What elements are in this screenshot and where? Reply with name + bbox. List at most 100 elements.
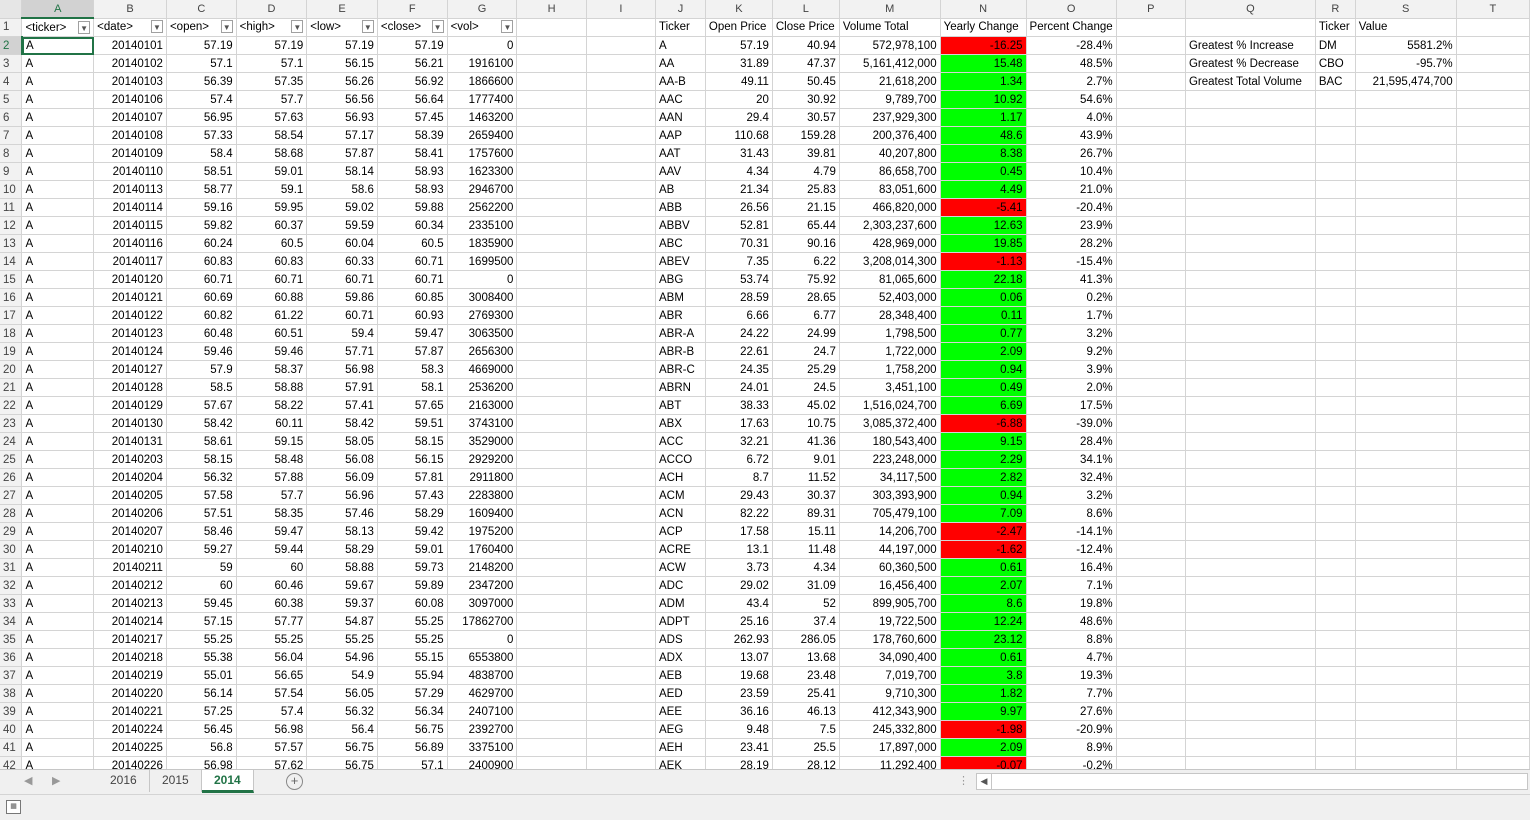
- cell-j23[interactable]: ABX: [655, 414, 706, 433]
- cell-e16[interactable]: 59.86: [306, 288, 378, 307]
- cell-c19[interactable]: 59.46: [166, 342, 237, 361]
- cell-e24[interactable]: 58.05: [306, 432, 378, 451]
- cell-q32[interactable]: [1185, 576, 1316, 595]
- cell-k37[interactable]: 19.68: [705, 666, 773, 685]
- cell-e17[interactable]: 60.71: [306, 306, 378, 325]
- row-header[interactable]: 40: [0, 720, 23, 739]
- cell-m30[interactable]: 44,197,000: [839, 540, 941, 559]
- scroll-left-arrow-icon[interactable]: ◀: [977, 774, 992, 789]
- row-header[interactable]: 20: [0, 360, 23, 379]
- cell-f11[interactable]: 59.88: [377, 198, 448, 217]
- column-header-b[interactable]: B: [93, 0, 167, 19]
- cell-p1[interactable]: [1116, 18, 1186, 37]
- cell-g16[interactable]: 3008400: [447, 288, 518, 307]
- cell-p39[interactable]: [1116, 702, 1186, 721]
- cell-a10[interactable]: A: [21, 180, 95, 199]
- row-header[interactable]: 19: [0, 342, 23, 361]
- cell-f40[interactable]: 56.75: [377, 720, 448, 739]
- cell-s31[interactable]: [1355, 558, 1457, 577]
- cell-n8[interactable]: 8.38: [940, 144, 1027, 163]
- cell-c32[interactable]: 60: [166, 576, 237, 595]
- cell-b1[interactable]: ▼ <date>: [93, 18, 167, 37]
- cell-j40[interactable]: AEG: [655, 720, 706, 739]
- cell-p34[interactable]: [1116, 612, 1186, 631]
- cell-n4[interactable]: 1.34: [940, 72, 1027, 91]
- cell-d18[interactable]: 60.51: [236, 324, 308, 343]
- cell-c27[interactable]: 57.58: [166, 486, 237, 505]
- cell-e2[interactable]: 57.19: [306, 36, 378, 55]
- cell-p31[interactable]: [1116, 558, 1186, 577]
- cell-c34[interactable]: 57.15: [166, 612, 237, 631]
- cell-r8[interactable]: [1315, 144, 1356, 163]
- cell-i2[interactable]: [586, 36, 657, 55]
- cell-i32[interactable]: [586, 576, 657, 595]
- cell-o28[interactable]: 8.6%: [1026, 504, 1117, 523]
- row-header[interactable]: 39: [0, 702, 23, 721]
- cell-c11[interactable]: 59.16: [166, 198, 237, 217]
- cell-j8[interactable]: AAT: [655, 144, 706, 163]
- cell-q36[interactable]: [1185, 648, 1316, 667]
- cell-d19[interactable]: 59.46: [236, 342, 308, 361]
- cell-j12[interactable]: ABBV: [655, 216, 706, 235]
- cell-e29[interactable]: 58.13: [306, 522, 378, 541]
- cell-l17[interactable]: 6.77: [772, 306, 840, 325]
- cell-c18[interactable]: 60.48: [166, 324, 237, 343]
- cell-q9[interactable]: [1185, 162, 1316, 181]
- cell-i27[interactable]: [586, 486, 657, 505]
- cell-m14[interactable]: 3,208,014,300: [839, 252, 941, 271]
- cell-l31[interactable]: 4.34: [772, 558, 840, 577]
- cell-j33[interactable]: ADM: [655, 594, 706, 613]
- cell-n24[interactable]: 9.15: [940, 432, 1027, 451]
- cell-l38[interactable]: 25.41: [772, 684, 840, 703]
- cell-q2[interactable]: Greatest % Increase: [1185, 36, 1316, 55]
- cell-g34[interactable]: 17862700: [447, 612, 518, 631]
- cell-d3[interactable]: 57.1: [236, 54, 308, 73]
- cell-l11[interactable]: 21.15: [772, 198, 840, 217]
- cell-c10[interactable]: 58.77: [166, 180, 237, 199]
- cell-l5[interactable]: 30.92: [772, 90, 840, 109]
- cell-b42[interactable]: 20140226: [93, 756, 167, 769]
- cell-b19[interactable]: 20140124: [93, 342, 167, 361]
- cell-q39[interactable]: [1185, 702, 1316, 721]
- cell-n40[interactable]: -1.98: [940, 720, 1027, 739]
- cell-t41[interactable]: [1456, 738, 1530, 757]
- cell-k15[interactable]: 53.74: [705, 270, 773, 289]
- cell-o38[interactable]: 7.7%: [1026, 684, 1117, 703]
- cell-j42[interactable]: AEK: [655, 756, 706, 769]
- cell-s9[interactable]: [1355, 162, 1457, 181]
- cell-d34[interactable]: 57.77: [236, 612, 308, 631]
- cell-g1[interactable]: ▼ <vol>: [447, 18, 518, 37]
- cell-o18[interactable]: 3.2%: [1026, 324, 1117, 343]
- cell-g28[interactable]: 1609400: [447, 504, 518, 523]
- cell-i21[interactable]: [586, 378, 657, 397]
- cell-i12[interactable]: [586, 216, 657, 235]
- cell-s5[interactable]: [1355, 90, 1457, 109]
- cell-r33[interactable]: [1315, 594, 1356, 613]
- cell-a17[interactable]: A: [21, 306, 95, 325]
- cell-h36[interactable]: [516, 648, 587, 667]
- cell-m24[interactable]: 180,543,400: [839, 432, 941, 451]
- cell-g10[interactable]: 2946700: [447, 180, 518, 199]
- cell-s23[interactable]: [1355, 414, 1457, 433]
- cell-t14[interactable]: [1456, 252, 1530, 271]
- cell-m2[interactable]: 572,978,100: [839, 36, 941, 55]
- cell-k9[interactable]: 4.34: [705, 162, 773, 181]
- cell-k7[interactable]: 110.68: [705, 126, 773, 145]
- cell-r28[interactable]: [1315, 504, 1356, 523]
- cell-f10[interactable]: 58.93: [377, 180, 448, 199]
- cell-p16[interactable]: [1116, 288, 1186, 307]
- cell-f35[interactable]: 55.25: [377, 630, 448, 649]
- cell-d25[interactable]: 58.48: [236, 450, 308, 469]
- cell-i18[interactable]: [586, 324, 657, 343]
- cell-i16[interactable]: [586, 288, 657, 307]
- cell-g37[interactable]: 4838700: [447, 666, 518, 685]
- cell-s34[interactable]: [1355, 612, 1457, 631]
- cell-h11[interactable]: [516, 198, 587, 217]
- cell-q14[interactable]: [1185, 252, 1316, 271]
- cell-l16[interactable]: 28.65: [772, 288, 840, 307]
- cell-i26[interactable]: [586, 468, 657, 487]
- cell-g24[interactable]: 3529000: [447, 432, 518, 451]
- cell-r39[interactable]: [1315, 702, 1356, 721]
- cell-g3[interactable]: 1916100: [447, 54, 518, 73]
- filter-dropdown-icon[interactable]: ▼: [431, 20, 444, 34]
